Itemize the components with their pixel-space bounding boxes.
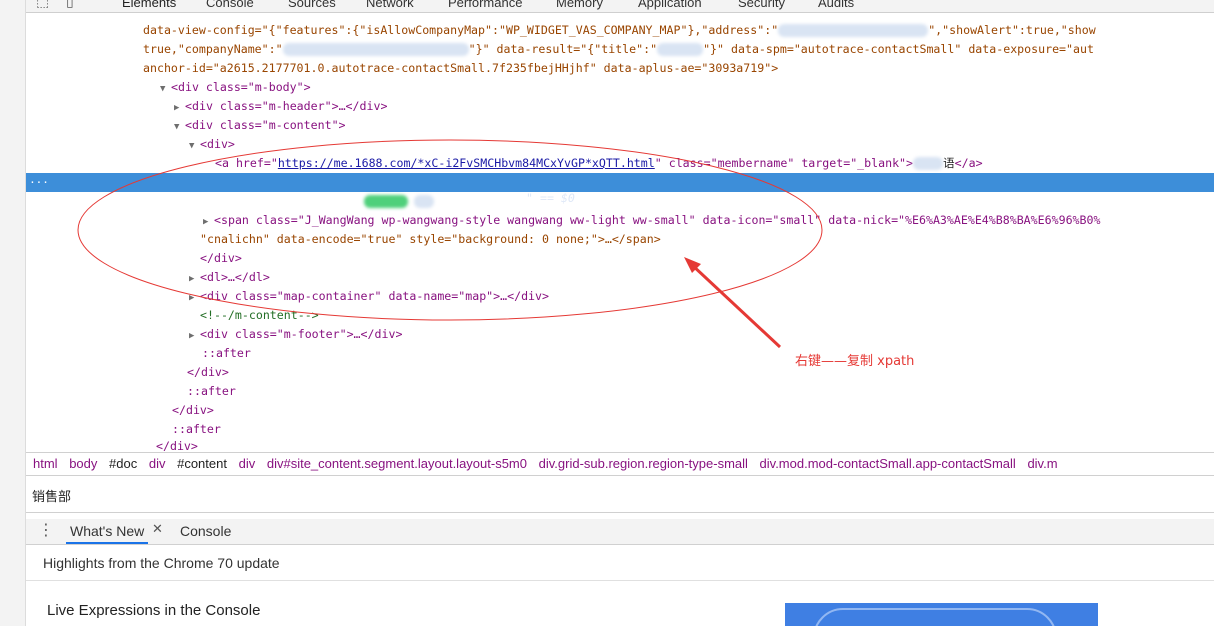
tree-node-map-container[interactable]: ▶ <div class="map-container" data-name="m…	[189, 287, 1214, 306]
device-toggle-icon[interactable]: ▯	[66, 0, 74, 10]
tab-application[interactable]: Application	[638, 0, 702, 10]
tree-node-dl[interactable]: ▶ <dl>…</dl>	[189, 268, 1214, 287]
tab-whats-new[interactable]: What's New	[65, 523, 149, 544]
collapsed-triangle-icon[interactable]: ▶	[189, 327, 200, 346]
breadcrumb-item[interactable]: div.mod.mod-contactSmall.app-contactSmal…	[760, 453, 1016, 475]
tab-elements[interactable]: Elements	[122, 0, 176, 10]
breadcrumb: html body #doc div #content div div#site…	[26, 452, 1214, 476]
highlights-header: Highlights from the Chrome 70 update	[26, 545, 1214, 581]
tab-sources[interactable]: Sources	[288, 0, 336, 10]
search-bar	[26, 477, 1214, 513]
expanded-triangle-icon[interactable]: ▼	[174, 118, 185, 137]
tree-node-div-close-4[interactable]: </div>	[156, 437, 1214, 452]
breadcrumb-item[interactable]: div	[149, 453, 166, 475]
tree-line-attrs-3[interactable]: anchor-id="a2615.2177701.0.autotrace-con…	[143, 59, 1214, 78]
annotation-note: 右键——复制 xpath	[795, 354, 915, 369]
breadcrumb-item[interactable]: div.m	[1027, 453, 1057, 475]
drawer-panel: ⋮ What's New ✕ Console Highlights from t…	[26, 513, 1214, 626]
tree-node-anchor[interactable]: <a href="https://me.1688.com/*xC-i2FvSMC…	[215, 154, 1214, 173]
tree-line-attrs-2[interactable]: true,"companyName":" "}" data-result="{"t…	[143, 40, 1214, 59]
drawer-tab-bar: ⋮ What's New ✕ Console	[26, 519, 1214, 545]
membername-link[interactable]: https://me.1688.com/*xC-i2FvSMCHbvm84MCx…	[278, 156, 655, 170]
feature-title[interactable]: Live Expressions in the Console	[47, 602, 260, 619]
expanded-triangle-icon[interactable]: ▼	[189, 137, 200, 156]
breadcrumb-item[interactable]: div	[239, 453, 256, 475]
highlights-text: Highlights from the Chrome 70 update	[43, 555, 280, 571]
more-vertical-icon[interactable]: ⋮	[38, 521, 54, 539]
breadcrumb-item[interactable]: body	[69, 453, 97, 475]
tab-audits[interactable]: Audits	[818, 0, 854, 10]
tree-node-span-wangwang[interactable]: ▶ <span class="J_WangWang wp-wangwang-sty…	[203, 211, 1214, 230]
tab-security[interactable]: Security	[738, 0, 785, 10]
elements-tree[interactable]: data-view-config="{"features":{"isAllowC…	[26, 13, 1214, 452]
tree-line-attrs-1[interactable]: data-view-config="{"features":{"isAllowC…	[143, 21, 1214, 40]
expanded-triangle-icon[interactable]: ▼	[160, 80, 171, 99]
tree-node-div-close-3[interactable]: </div>	[172, 401, 1214, 420]
tree-node-after-2[interactable]: ::after	[187, 382, 1214, 401]
breadcrumb-item[interactable]: #doc	[109, 453, 137, 475]
redacted-address	[778, 24, 929, 37]
close-icon[interactable]: ✕	[152, 522, 163, 537]
breadcrumb-item[interactable]: #content	[177, 453, 227, 475]
tab-network[interactable]: Network	[366, 0, 414, 10]
tree-node-div-close-2[interactable]: </div>	[187, 363, 1214, 382]
redacted-fragment	[413, 195, 434, 208]
tab-memory[interactable]: Memory	[556, 0, 603, 10]
tree-node-m-footer[interactable]: ▶ <div class="m-footer">…</div>	[189, 325, 1214, 344]
tree-node-m-body[interactable]: ▼ <div class="m-body">	[160, 78, 1214, 97]
tree-node-selected-text[interactable]: ··· "&nbsp;女士&nbsp;(销售经理)	[26, 173, 1214, 208]
tab-drawer-console[interactable]: Console	[180, 523, 231, 539]
selected-marker: " == $0	[526, 191, 575, 205]
tree-node-span-wangwang-cont[interactable]: "cnalichn" data-encode="true" style="bac…	[200, 230, 1214, 249]
cursor-select-icon[interactable]: ⬚	[36, 0, 49, 10]
tree-node-div-close[interactable]: </div>	[200, 249, 1214, 268]
search-input[interactable]	[32, 485, 1202, 505]
redacted-company-name	[282, 43, 469, 56]
devtools-tab-bar: ⬚ ▯ Elements Console Sources Network Per…	[26, 0, 1214, 13]
breadcrumb-item[interactable]: div#site_content.segment.layout.layout-s…	[267, 453, 527, 475]
tree-node-div[interactable]: ▼ <div>	[189, 135, 1214, 154]
redacted-member-name	[913, 157, 944, 170]
redacted-person-name	[363, 195, 408, 208]
tree-node-m-header[interactable]: ▶ <div class="m-header">…</div>	[174, 97, 1214, 116]
tree-node-comment[interactable]: <!--/m-content-->	[200, 306, 1214, 325]
tree-node-m-content[interactable]: ▼ <div class="m-content">	[174, 116, 1214, 135]
collapsed-triangle-icon[interactable]: ▶	[189, 289, 200, 308]
breadcrumb-item[interactable]: div.grid-sub.region.region-type-small	[539, 453, 748, 475]
redacted-title	[657, 43, 704, 56]
feature-image	[785, 603, 1098, 626]
tab-performance[interactable]: Performance	[448, 0, 522, 10]
left-gutter	[0, 0, 26, 626]
tab-console[interactable]: Console	[206, 0, 254, 10]
tree-node-after[interactable]: ::after	[202, 344, 1214, 363]
more-dots-icon[interactable]: ···	[26, 173, 52, 192]
breadcrumb-item[interactable]: html	[33, 453, 58, 475]
